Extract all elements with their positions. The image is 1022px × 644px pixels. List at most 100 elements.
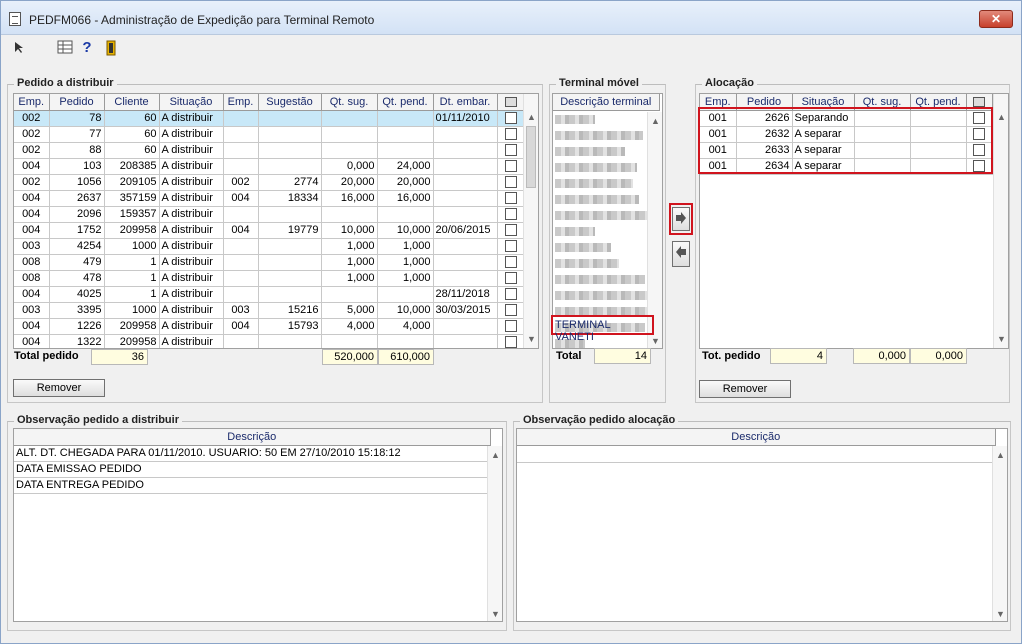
terminal-list-item[interactable] xyxy=(555,128,647,144)
terminal-grid[interactable]: Descrição terminal ▲ ▼ xyxy=(552,93,663,349)
select-all-checkbox[interactable] xyxy=(504,96,517,107)
help-icon[interactable]: ? xyxy=(79,40,95,56)
scroll-down-icon[interactable]: ▼ xyxy=(524,332,538,346)
scroll-thumb[interactable] xyxy=(526,126,536,188)
terminal-list-item[interactable] xyxy=(555,144,647,160)
terminal-list-item[interactable] xyxy=(555,288,647,304)
col-qt-sug[interactable]: Qt. sug. xyxy=(321,94,378,111)
terminal-list-item[interactable] xyxy=(555,240,647,256)
terminal-list-item[interactable] xyxy=(555,256,647,272)
scroll-up-icon[interactable]: ▲ xyxy=(648,114,662,128)
table-row[interactable]: 004 4025 1 A distribuir 28/11/2018 xyxy=(14,286,525,303)
row-checkbox[interactable] xyxy=(504,304,517,317)
close-button[interactable]: ✕ xyxy=(979,10,1013,28)
terminal-list-item[interactable] xyxy=(555,224,647,240)
redacted-text xyxy=(555,259,619,268)
obs-alocacao-scrollbar[interactable]: ▲ ▼ xyxy=(992,446,1007,621)
table-row[interactable]: 008 478 1 A distribuir 1,000 1,000 xyxy=(14,270,525,287)
row-checkbox[interactable] xyxy=(504,288,517,301)
row-checkbox[interactable] xyxy=(504,144,517,157)
table-row[interactable]: 004 1226 209958 A distribuir 004 15793 4,000 4,… xyxy=(14,318,525,335)
scroll-down-icon[interactable]: ▼ xyxy=(994,332,1008,346)
col-pedido[interactable]: Pedido xyxy=(49,94,105,111)
col-qt-pend[interactable]: Qt. pend. xyxy=(377,94,434,111)
table-row[interactable]: 004 2096 159357 A distribuir xyxy=(14,206,525,223)
table-cell xyxy=(377,126,434,143)
col-emp[interactable]: Emp. xyxy=(14,94,50,111)
row-checkbox[interactable] xyxy=(504,208,517,221)
row-checkbox[interactable] xyxy=(504,112,517,125)
table-row[interactable]: 003 4254 1000 A distribuir 1,000 1,000 xyxy=(14,238,525,255)
table-row[interactable]: 002 77 60 A distribuir xyxy=(14,126,525,143)
col-descricao[interactable]: Descrição xyxy=(517,429,996,446)
terminal-scrollbar[interactable]: ▲ ▼ xyxy=(647,112,662,348)
col-cliente[interactable]: Cliente xyxy=(104,94,160,111)
table-row[interactable]: 008 479 1 A distribuir 1,000 1,000 xyxy=(14,254,525,271)
obs-alocacao-grid[interactable]: Descrição ▲ ▼ xyxy=(516,428,1008,622)
row-checkbox[interactable] xyxy=(504,336,517,348)
terminal-list-item[interactable] xyxy=(555,176,647,192)
row-checkbox[interactable] xyxy=(504,176,517,189)
scroll-up-icon[interactable]: ▲ xyxy=(488,448,502,462)
obs-pedido-scrollbar[interactable]: ▲ ▼ xyxy=(487,446,502,621)
table-icon[interactable] xyxy=(57,40,73,56)
terminal-list-item[interactable] xyxy=(555,208,647,224)
table-row[interactable]: 003 3395 1000 A distribuir 003 15216 5,000 10,0… xyxy=(14,302,525,319)
table-row[interactable]: 002 88 60 A distribuir xyxy=(14,142,525,159)
obs-alocacao-empty-row[interactable] xyxy=(517,445,996,463)
row-checkbox[interactable] xyxy=(504,256,517,269)
list-item[interactable]: DATA EMISSAO PEDIDO xyxy=(14,461,491,478)
table-cell: 478 xyxy=(49,270,105,287)
col-sugestao[interactable]: Sugestão xyxy=(258,94,322,111)
row-checkbox[interactable] xyxy=(504,160,517,173)
table-row[interactable]: 004 1752 209958 A distribuir 004 19779 10,000 1… xyxy=(14,222,525,239)
table-cell: 15216 xyxy=(258,302,322,319)
scroll-down-icon[interactable]: ▼ xyxy=(993,607,1007,621)
row-checkbox[interactable] xyxy=(504,272,517,285)
table-row[interactable]: 002 78 60 A distribuir 01/11/2010 xyxy=(14,110,525,127)
terminal-list-item[interactable] xyxy=(555,160,647,176)
pointer-icon[interactable] xyxy=(11,40,27,56)
col-select-all[interactable] xyxy=(497,94,525,111)
scroll-up-icon[interactable]: ▲ xyxy=(993,448,1007,462)
col-situacao[interactable]: Situação xyxy=(159,94,224,111)
terminal-list-item[interactable] xyxy=(555,272,647,288)
table-row[interactable]: 004 1322 209958 A distribuir xyxy=(14,334,525,348)
alocacao-remove-button[interactable]: Remover xyxy=(699,380,791,398)
table-row[interactable]: 002 1056 209105 A distribuir 002 2774 20,000 20… xyxy=(14,174,525,191)
table-cell: 2637 xyxy=(49,190,105,207)
selected-terminal-highlight[interactable]: TERMINAL VANETI xyxy=(551,315,654,343)
list-item[interactable]: ALT. DT. CHEGADA PARA 01/11/2010. USUARI… xyxy=(14,445,491,462)
row-checkbox[interactable] xyxy=(504,240,517,253)
list-item[interactable]: DATA ENTREGA PEDIDO xyxy=(14,477,491,494)
pedido-remove-button[interactable]: Remover xyxy=(13,379,105,397)
table-row[interactable]: 004 2637 357159 A distribuir 004 18334 16,000 1… xyxy=(14,190,525,207)
exit-door-icon[interactable] xyxy=(103,40,119,56)
terminal-total-count: 14 xyxy=(594,348,651,364)
move-right-button[interactable] xyxy=(672,207,690,231)
row-checkbox[interactable] xyxy=(504,192,517,205)
col-emp-sug[interactable]: Emp. xyxy=(223,94,259,111)
terminal-list-item[interactable] xyxy=(555,192,647,208)
table-cell: A distribuir xyxy=(159,238,224,255)
select-all-checkbox[interactable] xyxy=(973,96,985,107)
col-descricao[interactable]: Descrição xyxy=(14,429,491,446)
scroll-up-icon[interactable]: ▲ xyxy=(994,110,1008,124)
row-checkbox[interactable] xyxy=(504,224,517,237)
table-cell: 1322 xyxy=(49,334,105,348)
table-row[interactable]: 004 103 208385 A distribuir 0,000 24,000 xyxy=(14,158,525,175)
col-descricao-terminal[interactable]: Descrição terminal xyxy=(553,94,660,111)
pedido-scrollbar[interactable]: ▲ ▼ xyxy=(523,94,538,348)
table-cell: 209958 xyxy=(104,334,160,348)
terminal-list-item[interactable] xyxy=(555,112,647,128)
scroll-down-icon[interactable]: ▼ xyxy=(488,607,502,621)
pedido-grid[interactable]: Emp. Pedido Cliente Situação Emp. Sugest… xyxy=(13,93,539,349)
scroll-up-icon[interactable]: ▲ xyxy=(524,110,538,124)
alocacao-scrollbar[interactable]: ▲ ▼ xyxy=(993,94,1008,348)
row-checkbox[interactable] xyxy=(504,128,517,141)
move-left-button[interactable] xyxy=(672,241,690,267)
col-dt-embar[interactable]: Dt. embar. xyxy=(433,94,498,111)
terminal-total-label: Total xyxy=(556,350,582,362)
row-checkbox[interactable] xyxy=(504,320,517,333)
obs-pedido-grid[interactable]: Descrição ALT. DT. CHEGADA PARA 01/11/20… xyxy=(13,428,503,622)
